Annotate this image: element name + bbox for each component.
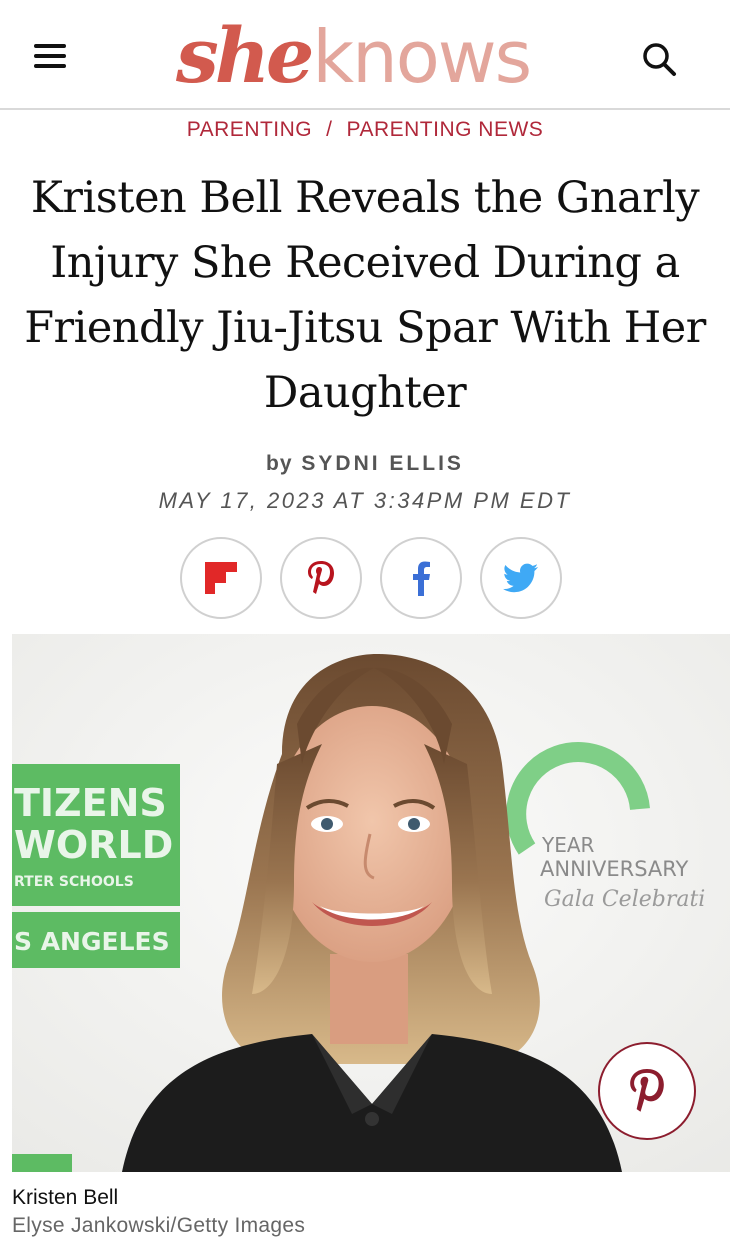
site-logo[interactable]: she knows [176,6,532,106]
backdrop-text-2: WORLD [14,823,173,867]
backdrop-text-6: ANNIVERSARY [540,857,689,881]
breadcrumb-parenting[interactable]: PARENTING [187,118,312,141]
breadcrumb: PARENTING / PARENTING NEWS [0,118,730,142]
search-icon[interactable] [640,40,680,80]
facebook-icon [413,561,430,596]
backdrop-text-7: Gala Celebrati [544,887,705,912]
backdrop-text-4: S ANGELES [14,927,170,956]
byline: by SYDNI ELLIS [0,452,730,476]
image-caption: Kristen Bell [12,1186,119,1209]
logo-knows: knows [312,15,532,99]
backdrop-text-1: TIZENS [14,781,167,825]
article-headline: Kristen Bell Reveals the Gnarly Injury S… [24,173,706,418]
breadcrumb-separator: / [326,118,333,141]
backdrop-text-5: YEAR [541,833,595,857]
image-pin-button[interactable] [598,1042,696,1140]
share-pinterest-button[interactable] [280,537,362,619]
author-link[interactable]: SYDNI ELLIS [301,452,464,475]
breadcrumb-parenting-news[interactable]: PARENTING NEWS [347,118,544,141]
twitter-icon [503,563,538,593]
share-flipboard-button[interactable] [180,537,262,619]
backdrop-text-3: RTER SCHOOLS [14,874,134,890]
share-facebook-button[interactable] [380,537,462,619]
flipboard-icon [205,562,237,594]
hamburger-menu-icon[interactable] [34,44,70,74]
share-twitter-button[interactable] [480,537,562,619]
pinterest-icon [630,1069,664,1112]
publish-date: MAY 17, 2023 AT 3:34PM PM EDT [158,488,572,513]
image-credit: Elyse Jankowski/Getty Images [12,1214,306,1237]
site-header: she knows [0,0,730,110]
logo-she: she [176,11,314,100]
byline-prefix: by [266,452,293,475]
pinterest-icon [308,561,334,594]
